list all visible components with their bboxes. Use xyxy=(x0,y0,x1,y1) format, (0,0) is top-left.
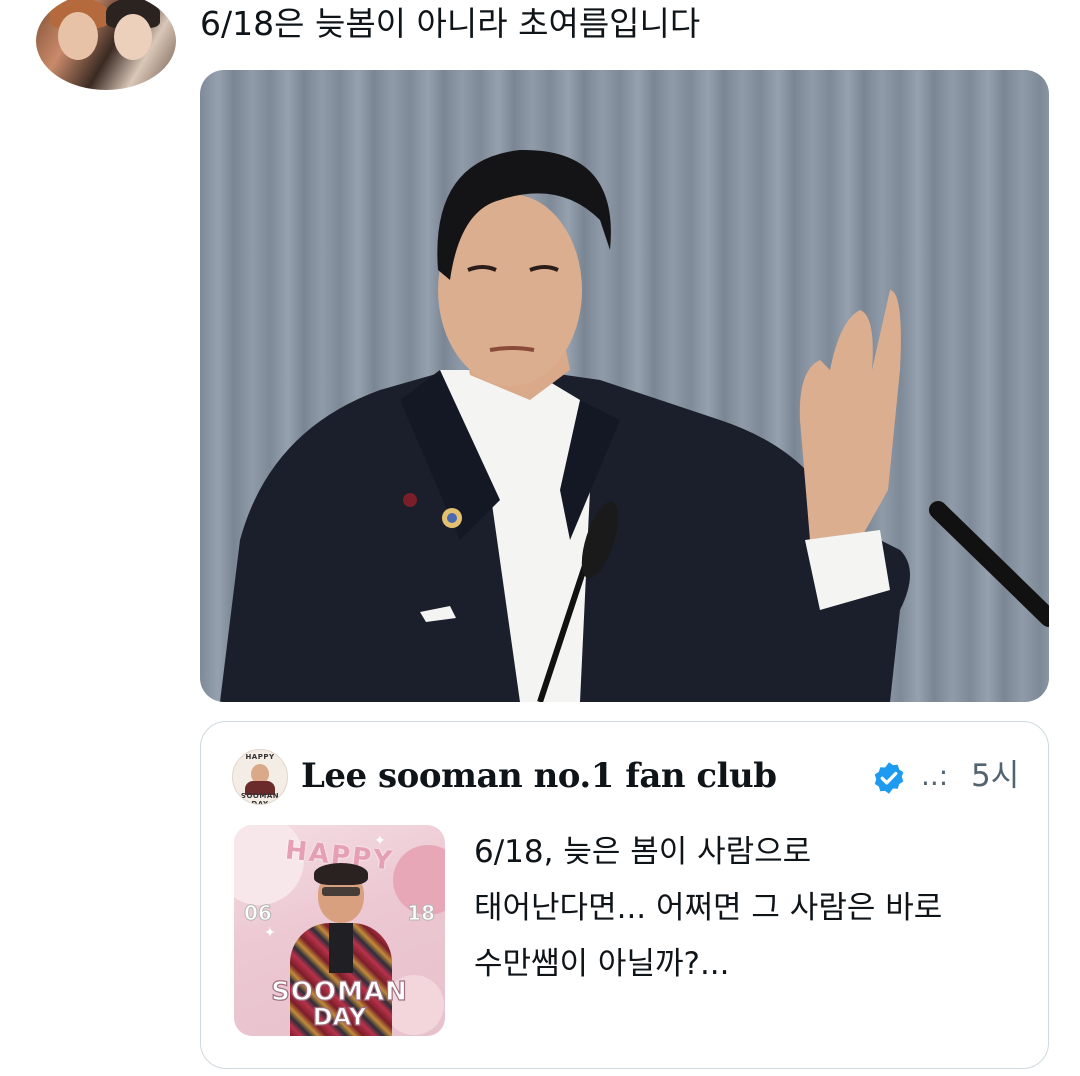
quoted-timestamp[interactable]: 5시 xyxy=(971,756,1019,796)
quoted-text-line: 수만쌤이 아닐까?... xyxy=(474,946,730,982)
sparkle-icon: ✦ xyxy=(264,925,276,941)
poster-date-left: 06 xyxy=(244,901,273,926)
sparkle-icon: ✦ xyxy=(374,833,386,849)
author-avatar[interactable] xyxy=(36,0,176,90)
more-indicator: ..: xyxy=(921,759,949,792)
quoted-author-name[interactable]: Lee sooman no.1 fan club xyxy=(301,754,777,798)
avatar-ring-bottom-text: SOOMAN DAY xyxy=(240,792,280,805)
quoted-media-thumbnail[interactable]: HAPPY 06 18 ✦ ✦ SOOMAN DAY xyxy=(234,825,445,1036)
avatar-ring-top-text: HAPPY xyxy=(245,753,275,761)
quoted-text-line: 6/18, 늦은 봄이 사람으로 xyxy=(474,834,812,870)
quoted-author-avatar[interactable]: HAPPY SOOMAN DAY xyxy=(232,749,288,805)
quoted-tweet-card[interactable]: HAPPY SOOMAN DAY Lee sooman no.1 fan clu… xyxy=(200,721,1049,1069)
poster-date-right: 18 xyxy=(407,901,436,926)
quoted-text-line: 태어난다면... 어쩌면 그 사람은 바로 xyxy=(474,890,943,926)
photo-illustration xyxy=(220,149,1049,702)
verified-badge-icon xyxy=(874,762,904,794)
tweet-photo[interactable] xyxy=(200,70,1049,702)
tweet-text: 6/18은 늦봄이 아니라 초여름입니다 xyxy=(200,4,701,43)
quoted-tweet-text: 6/18, 늦은 봄이 사람으로 태어난다면... 어쩌면 그 사람은 바로 수… xyxy=(474,824,1034,992)
poster-day-text: DAY xyxy=(312,1002,367,1031)
